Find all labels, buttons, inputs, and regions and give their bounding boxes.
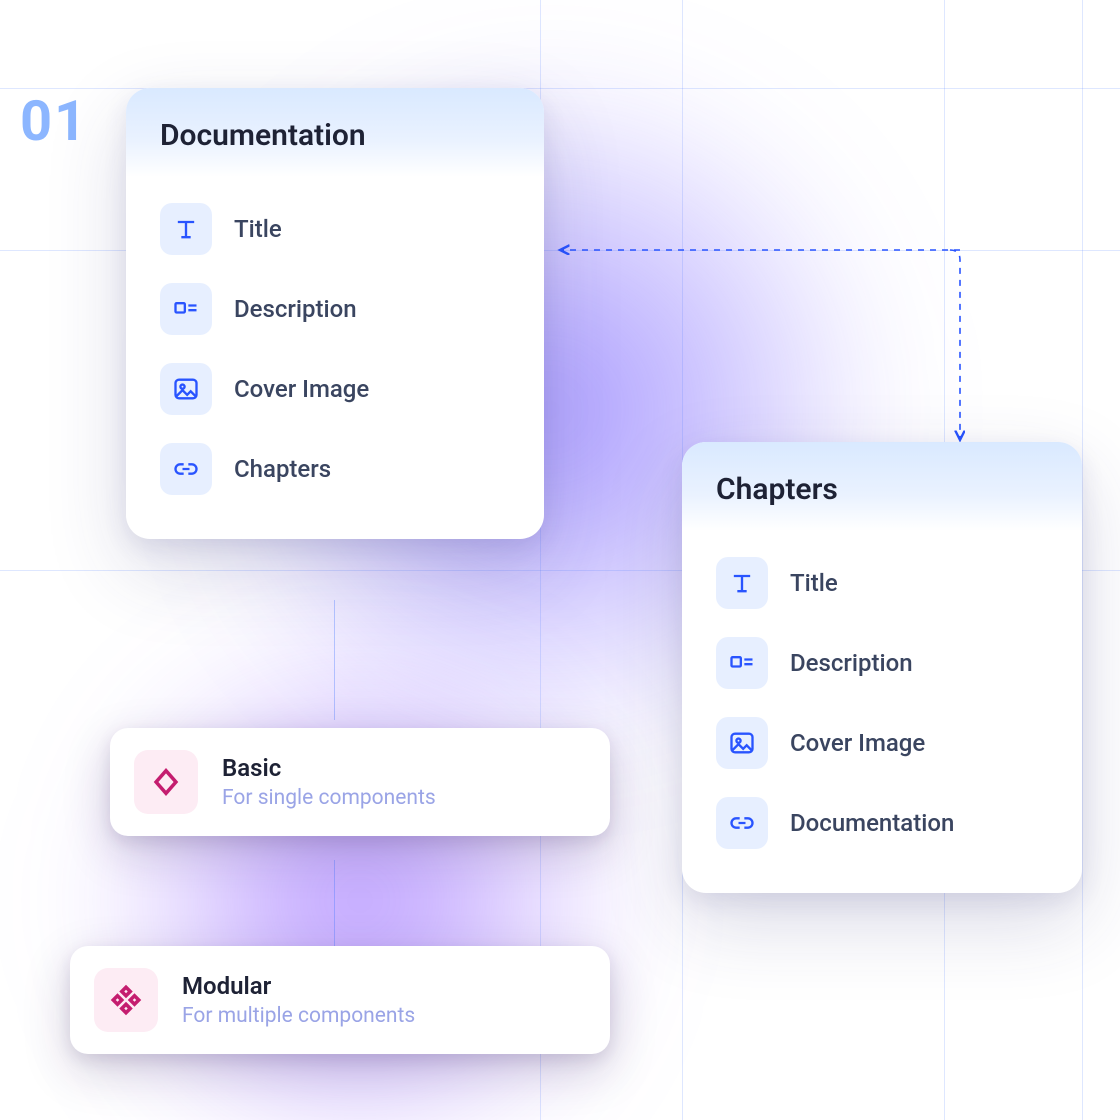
- image-icon: [160, 363, 212, 415]
- guide-line: [1082, 0, 1083, 1120]
- link-icon: [160, 443, 212, 495]
- field-title[interactable]: Title: [712, 543, 1052, 623]
- link-icon: [716, 797, 768, 849]
- option-title: Modular: [182, 972, 415, 1000]
- connector-line: [334, 860, 335, 950]
- type-icon: [716, 557, 768, 609]
- modular-icon: [94, 968, 158, 1032]
- field-label: Documentation: [790, 809, 954, 837]
- documentation-card: Documentation Title Description Cover Im…: [126, 88, 544, 539]
- card-title: Chapters: [682, 442, 1082, 531]
- field-label: Description: [234, 295, 357, 323]
- option-basic[interactable]: Basic For single components: [110, 728, 610, 836]
- field-cover-image[interactable]: Cover Image: [712, 703, 1052, 783]
- type-icon: [160, 203, 212, 255]
- chapters-card: Chapters Title Description Cover Image: [682, 442, 1082, 893]
- field-label: Title: [790, 569, 838, 597]
- option-modular[interactable]: Modular For multiple components: [70, 946, 610, 1054]
- field-label: Cover Image: [234, 375, 369, 403]
- field-documentation[interactable]: Documentation: [712, 783, 1052, 863]
- step-number: 01: [20, 88, 88, 154]
- option-subtitle: For single components: [222, 786, 436, 810]
- option-title: Basic: [222, 754, 436, 782]
- field-cover-image[interactable]: Cover Image: [156, 349, 514, 429]
- field-chapters[interactable]: Chapters: [156, 429, 514, 509]
- connector-arrow: [540, 240, 970, 460]
- card-title: Documentation: [126, 88, 544, 177]
- field-label: Description: [790, 649, 913, 677]
- field-label: Cover Image: [790, 729, 925, 757]
- diamond-icon: [134, 750, 198, 814]
- field-label: Chapters: [234, 455, 331, 483]
- field-title[interactable]: Title: [156, 189, 514, 269]
- field-description[interactable]: Description: [156, 269, 514, 349]
- image-icon: [716, 717, 768, 769]
- option-subtitle: For multiple components: [182, 1004, 415, 1028]
- field-description[interactable]: Description: [712, 623, 1052, 703]
- description-icon: [160, 283, 212, 335]
- description-icon: [716, 637, 768, 689]
- field-label: Title: [234, 215, 282, 243]
- connector-line: [334, 600, 335, 720]
